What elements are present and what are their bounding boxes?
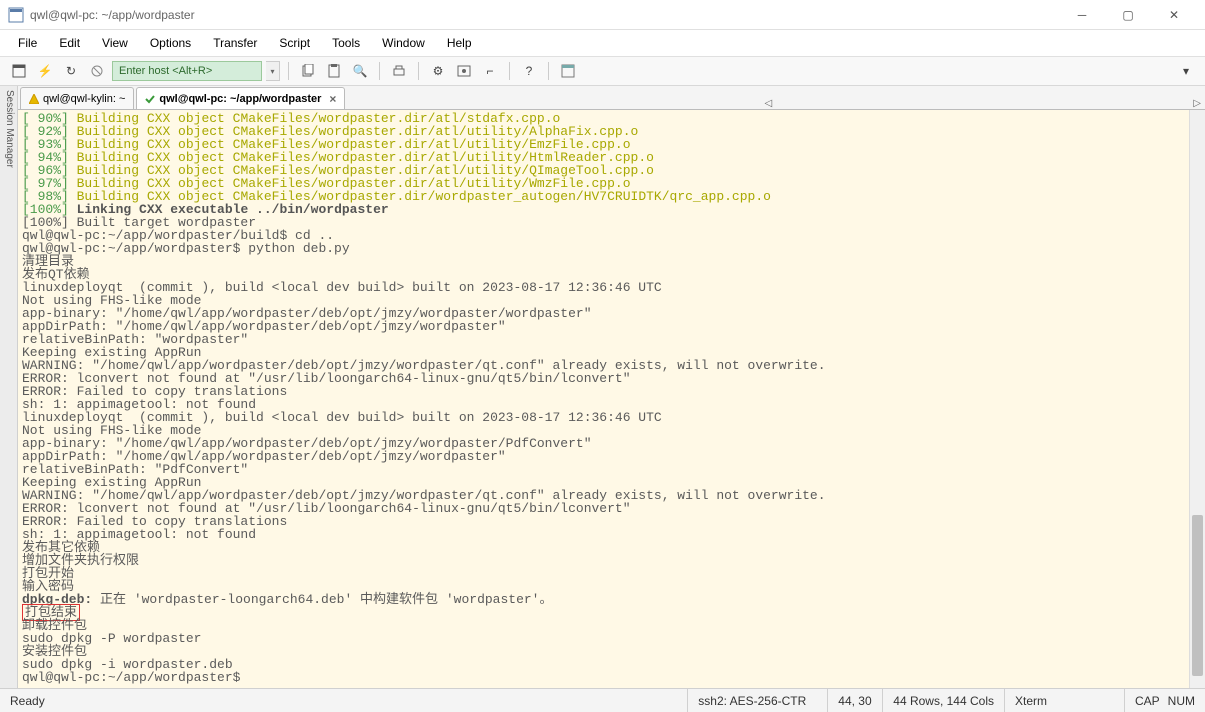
statusbar: Ready ssh2: AES-256-CTR 44, 30 44 Rows, … xyxy=(0,688,1205,712)
menu-tools[interactable]: Tools xyxy=(322,34,370,52)
menu-transfer[interactable]: Transfer xyxy=(203,34,267,52)
close-button[interactable]: ✕ xyxy=(1151,0,1197,30)
menu-file[interactable]: File xyxy=(8,34,47,52)
titlebar: qwl@qwl-pc: ~/app/wordpaster ─ ▢ ✕ xyxy=(0,0,1205,30)
separator xyxy=(288,62,289,80)
tab-next-icon[interactable]: ▷ xyxy=(1189,98,1205,109)
status-term-type: Xterm xyxy=(1005,689,1125,712)
reconnect-icon[interactable]: ↻ xyxy=(60,60,82,82)
menu-script[interactable]: Script xyxy=(269,34,320,52)
separator xyxy=(509,62,510,80)
close-tab-icon[interactable]: × xyxy=(329,92,336,106)
menu-window[interactable]: Window xyxy=(372,34,435,52)
tab-session-1[interactable]: qwl@qwl-kylin: ~ xyxy=(20,87,134,109)
status-ready: Ready xyxy=(0,689,688,712)
minimize-button[interactable]: ─ xyxy=(1059,0,1105,30)
menu-view[interactable]: View xyxy=(92,34,138,52)
terminal-output: [ 90%] Building CXX object CMakeFiles/wo… xyxy=(18,110,1205,686)
command-window-icon[interactable] xyxy=(557,60,579,82)
tab-prev-icon[interactable]: ◁ xyxy=(761,98,777,109)
menu-edit[interactable]: Edit xyxy=(49,34,90,52)
scrollbar-vertical[interactable] xyxy=(1189,110,1205,688)
menu-options[interactable]: Options xyxy=(140,34,201,52)
tab-label: qwl@qwl-pc: ~/app/wordpaster xyxy=(159,93,321,105)
print-icon[interactable] xyxy=(388,60,410,82)
host-dropdown-icon[interactable]: ▾ xyxy=(266,61,280,81)
app-icon xyxy=(8,7,24,23)
terminal[interactable]: [ 90%] Building CXX object CMakeFiles/wo… xyxy=(18,110,1205,688)
separator xyxy=(548,62,549,80)
status-connection: ssh2: AES-256-CTR xyxy=(688,689,828,712)
find-icon[interactable]: 🔍 xyxy=(349,60,371,82)
menu-help[interactable]: Help xyxy=(437,34,482,52)
help-icon[interactable]: ? xyxy=(518,60,540,82)
quick-connect-icon[interactable]: ⚡ xyxy=(34,60,56,82)
status-cursor-pos: 44, 30 xyxy=(828,689,883,712)
session-manager-panel[interactable]: Session Manager xyxy=(0,86,18,688)
tab-session-2[interactable]: qwl@qwl-pc: ~/app/wordpaster × xyxy=(136,87,345,109)
tab-label: qwl@qwl-kylin: ~ xyxy=(43,93,125,105)
paste-icon[interactable] xyxy=(323,60,345,82)
separator xyxy=(379,62,380,80)
toolbar-overflow-icon[interactable]: ▾ xyxy=(1175,60,1197,82)
keymap-icon[interactable]: ⌐ xyxy=(479,60,501,82)
disconnect-icon[interactable] xyxy=(86,60,108,82)
host-input[interactable]: Enter host <Alt+R> xyxy=(112,61,262,81)
separator xyxy=(418,62,419,80)
maximize-button[interactable]: ▢ xyxy=(1105,0,1151,30)
scrollbar-thumb[interactable] xyxy=(1192,515,1203,677)
toolbar: ⚡ ↻ Enter host <Alt+R> ▾ 🔍 ⚙ ⌐ ? ▾ xyxy=(0,56,1205,86)
options-icon[interactable]: ⚙ xyxy=(427,60,449,82)
check-icon xyxy=(145,94,155,104)
status-size: 44 Rows, 144 Cols xyxy=(883,689,1005,712)
window-title: qwl@qwl-pc: ~/app/wordpaster xyxy=(30,8,1059,22)
status-num: NUM xyxy=(1164,689,1205,712)
session-options-icon[interactable] xyxy=(453,60,475,82)
session-manager-icon[interactable] xyxy=(8,60,30,82)
menubar: File Edit View Options Transfer Script T… xyxy=(0,30,1205,56)
status-caps: CAP xyxy=(1125,689,1164,712)
warning-icon xyxy=(29,94,39,104)
tab-bar: qwl@qwl-kylin: ~ qwl@qwl-pc: ~/app/wordp… xyxy=(18,86,1205,110)
copy-icon[interactable] xyxy=(297,60,319,82)
